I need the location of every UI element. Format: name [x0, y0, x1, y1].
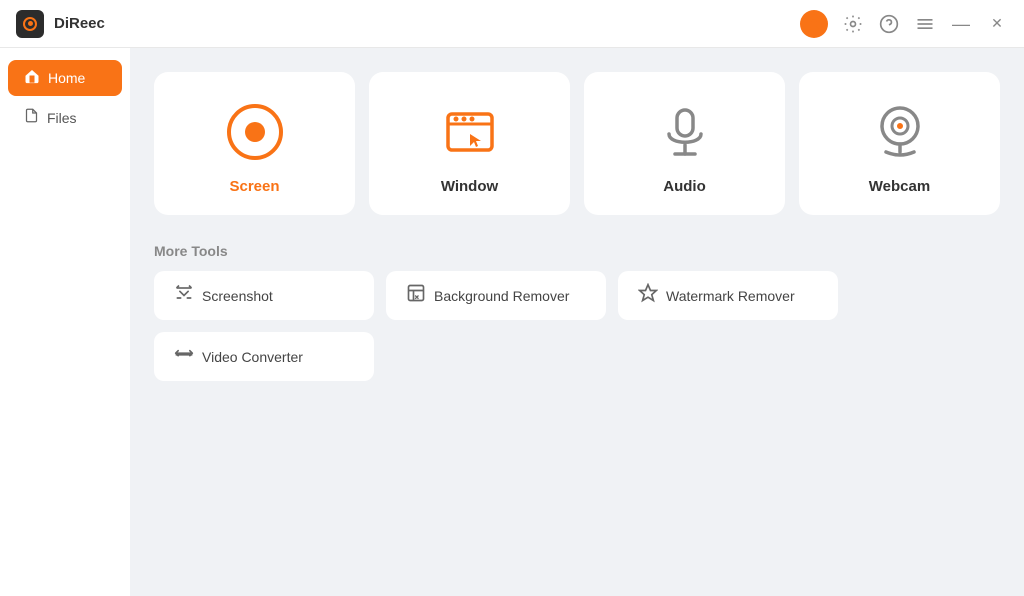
- settings-icon[interactable]: [842, 13, 864, 35]
- mode-card-screen[interactable]: Screen: [154, 72, 355, 215]
- window-label: Window: [441, 178, 498, 195]
- mode-card-window[interactable]: Window: [369, 72, 570, 215]
- audio-label: Audio: [663, 178, 706, 195]
- screen-label: Screen: [229, 178, 279, 195]
- minimize-button[interactable]: —: [950, 13, 972, 35]
- audio-icon: [653, 100, 717, 164]
- app-logo-ring: [23, 17, 37, 31]
- window-icon: [438, 100, 502, 164]
- sidebar-item-files[interactable]: Files: [8, 100, 122, 135]
- tool-background-remover[interactable]: Background Remover: [386, 271, 606, 320]
- video-converter-label: Video Converter: [202, 349, 303, 365]
- screen-icon: [223, 100, 287, 164]
- background-remover-label: Background Remover: [434, 288, 569, 304]
- background-remover-icon: [406, 283, 426, 308]
- sidebar: Home Files: [0, 48, 130, 596]
- title-bar-left: DiReec: [16, 10, 105, 38]
- webcam-label: Webcam: [869, 178, 930, 195]
- help-icon[interactable]: [878, 13, 900, 35]
- mode-card-audio[interactable]: Audio: [584, 72, 785, 215]
- tool-watermark-remover[interactable]: Watermark Remover: [618, 271, 838, 320]
- sidebar-files-label: Files: [47, 110, 77, 126]
- title-bar-right: — ✕: [800, 10, 1008, 38]
- sidebar-item-home[interactable]: Home: [8, 60, 122, 96]
- screenshot-icon: [174, 283, 194, 308]
- watermark-remover-icon: [638, 283, 658, 308]
- mode-cards: Screen Window: [154, 72, 1000, 215]
- close-button[interactable]: ✕: [986, 13, 1008, 35]
- sidebar-home-label: Home: [48, 70, 85, 86]
- menu-icon[interactable]: [914, 13, 936, 35]
- tool-video-converter[interactable]: Video Converter: [154, 332, 374, 381]
- more-tools-title: More Tools: [154, 243, 1000, 259]
- main-content: Screen Window: [130, 48, 1024, 596]
- tool-screenshot[interactable]: Screenshot: [154, 271, 374, 320]
- profile-icon[interactable]: [800, 10, 828, 38]
- home-icon: [24, 68, 40, 88]
- more-tools-section: More Tools Screenshot: [154, 243, 1000, 381]
- video-converter-icon: [174, 344, 194, 369]
- mode-card-webcam[interactable]: Webcam: [799, 72, 1000, 215]
- app-logo: [16, 10, 44, 38]
- main-layout: Home Files Screen: [0, 48, 1024, 596]
- app-logo-dot: [28, 21, 33, 26]
- app-name: DiReec: [54, 15, 105, 32]
- tool-buttons: Screenshot Background Remover: [154, 271, 1000, 381]
- files-icon: [24, 108, 39, 127]
- screenshot-label: Screenshot: [202, 288, 273, 304]
- watermark-remover-label: Watermark Remover: [666, 288, 795, 304]
- webcam-icon: [868, 100, 932, 164]
- title-bar: DiReec: [0, 0, 1024, 48]
